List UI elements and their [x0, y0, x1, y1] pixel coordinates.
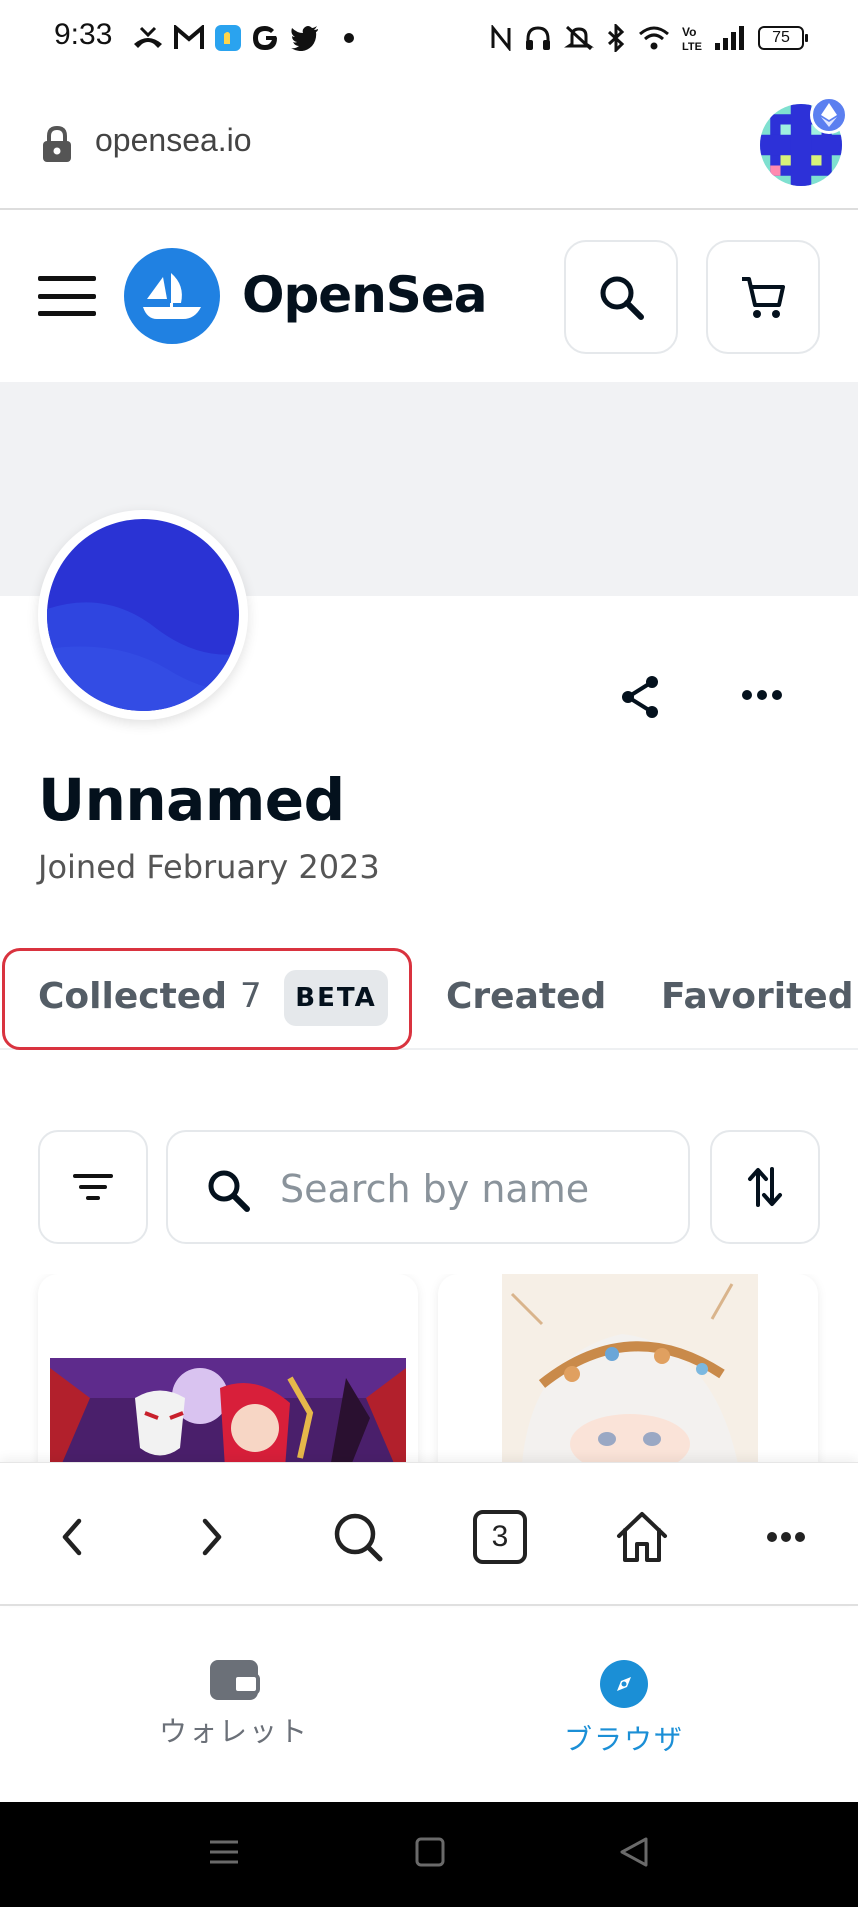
- back-button[interactable]: [42, 1507, 102, 1567]
- nft-image: [50, 1358, 406, 1464]
- sort-arrows-icon: [748, 1167, 782, 1207]
- browser-toolbar: 3: [0, 1462, 858, 1606]
- missed-call-icon: [134, 26, 162, 48]
- battery-indicator: 75: [758, 26, 808, 50]
- app-icon: [215, 25, 241, 51]
- search-icon: [334, 1513, 383, 1562]
- url-text[interactable]: opensea.io: [95, 122, 252, 159]
- search-icon: [600, 276, 644, 320]
- ethereum-icon: [810, 96, 848, 134]
- nft-card[interactable]: [438, 1274, 818, 1464]
- cart-icon: [742, 277, 785, 318]
- tab-favorited[interactable]: Favorited: [661, 976, 853, 1017]
- more-notifications-icon: [344, 33, 354, 43]
- signal-icon: [715, 26, 744, 50]
- tab-count: 3: [473, 1510, 527, 1564]
- more-horizontal-icon: [767, 1532, 805, 1542]
- notification-icons: [132, 20, 354, 56]
- share-icon[interactable]: [618, 674, 662, 720]
- lock-icon: [43, 126, 71, 162]
- svg-text:Vo: Vo: [682, 25, 696, 39]
- compass-icon: [600, 1660, 648, 1708]
- sort-button[interactable]: [710, 1130, 820, 1244]
- nft-card[interactable]: [38, 1274, 418, 1464]
- home-square-icon[interactable]: [414, 1836, 446, 1868]
- hamburger-menu-icon[interactable]: [38, 276, 96, 316]
- wifi-icon: [639, 26, 669, 50]
- profile-name: Unnamed: [38, 766, 345, 834]
- collected-tab-highlight: [2, 948, 412, 1050]
- filter-row: [0, 1130, 858, 1246]
- nav-wallet-label: ウォレット: [158, 1715, 309, 1748]
- bluetooth-icon: [607, 24, 625, 52]
- google-icon: [253, 26, 277, 50]
- nfc-icon: [491, 25, 511, 51]
- gmail-icon: [174, 25, 204, 49]
- more-options-icon[interactable]: [742, 690, 782, 700]
- tab-created[interactable]: Created: [446, 976, 606, 1017]
- filter-button[interactable]: [38, 1130, 148, 1244]
- home-icon: [617, 1512, 667, 1562]
- forward-button[interactable]: [182, 1507, 242, 1567]
- search-icon: [208, 1170, 250, 1212]
- profile-joined-date: Joined February 2023: [38, 848, 380, 886]
- nft-image: [502, 1274, 758, 1464]
- search-input[interactable]: [280, 1162, 670, 1216]
- system-status-icons: Vo LTE 75: [490, 20, 808, 56]
- twitter-icon: [291, 26, 318, 51]
- nav-browser[interactable]: ブラウザ: [524, 1660, 724, 1758]
- system-navigation-bar: [0, 1802, 858, 1907]
- avatar-gradient-image: [47, 519, 239, 711]
- nav-wallet[interactable]: ウォレット: [134, 1660, 334, 1750]
- search-button[interactable]: [564, 240, 678, 354]
- profile-avatar[interactable]: [38, 510, 248, 720]
- app-bottom-nav: ウォレット ブラウザ: [0, 1608, 858, 1802]
- browser-more-button[interactable]: [756, 1507, 816, 1567]
- opensea-logo-icon[interactable]: [124, 248, 220, 344]
- headset-icon: [526, 26, 550, 50]
- volte-icon: Vo LTE: [682, 25, 702, 52]
- status-time: 9:33: [54, 18, 113, 51]
- status-bar: 9:33 Vo LTE 75: [0, 0, 858, 76]
- nav-browser-label: ブラウザ: [563, 1723, 684, 1756]
- cart-button[interactable]: [706, 240, 820, 354]
- recent-apps-icon[interactable]: [208, 1836, 240, 1868]
- browser-url-bar[interactable]: opensea.io: [0, 76, 858, 210]
- browser-search-button[interactable]: [328, 1507, 388, 1567]
- svg-text:LTE: LTE: [682, 41, 702, 52]
- tabs-button[interactable]: 3: [470, 1507, 530, 1567]
- search-by-name-field[interactable]: [166, 1130, 690, 1244]
- nft-grid: [0, 1274, 858, 1464]
- back-triangle-icon[interactable]: [618, 1836, 650, 1868]
- mute-icon: [564, 25, 594, 51]
- chevron-left-icon: [62, 1518, 82, 1556]
- home-button[interactable]: [612, 1507, 672, 1567]
- brand-name[interactable]: OpenSea: [242, 266, 487, 324]
- wallet-icon: [210, 1660, 260, 1700]
- site-header: OpenSea: [0, 212, 858, 382]
- chevron-right-icon: [202, 1518, 222, 1556]
